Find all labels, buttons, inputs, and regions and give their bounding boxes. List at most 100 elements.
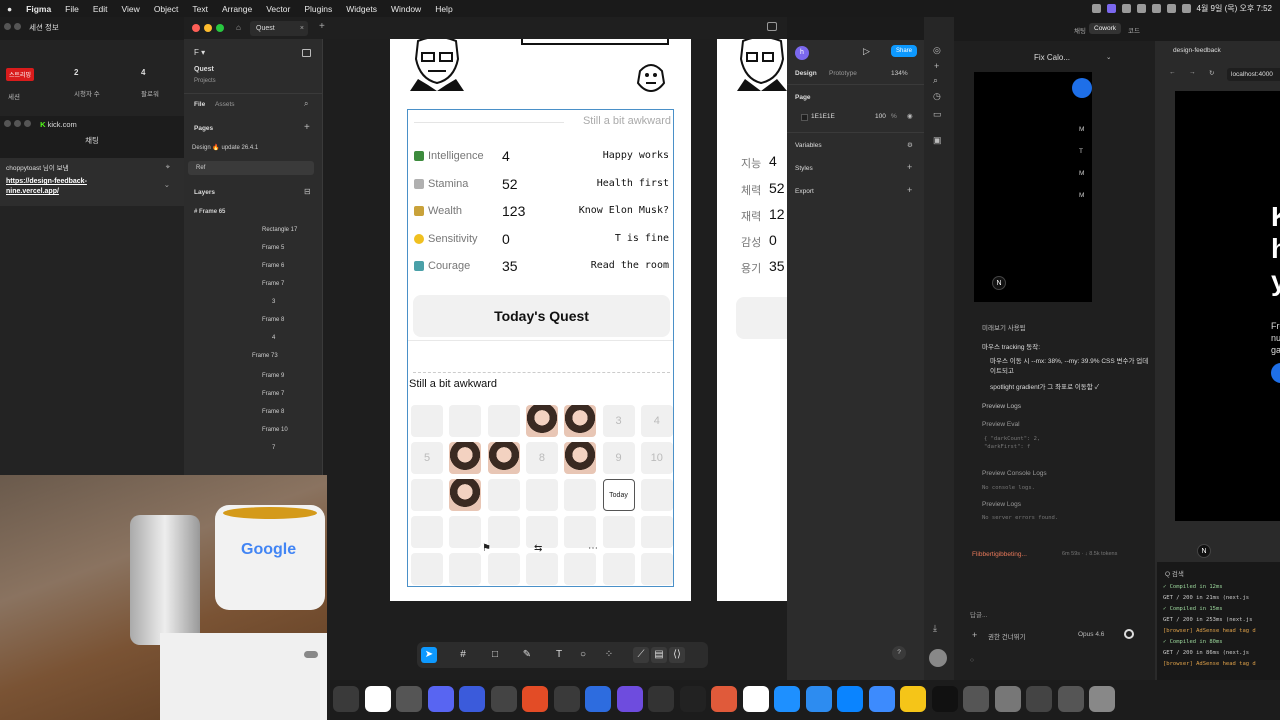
download-icon[interactable]: ⤓	[933, 623, 937, 634]
menu-file[interactable]: File	[58, 4, 86, 14]
tab-assets[interactable]: Assets	[215, 101, 235, 108]
dock-app-icon[interactable]	[333, 686, 359, 712]
model-selector[interactable]: Opus 4.6	[1078, 631, 1104, 638]
menu-help[interactable]: Help	[428, 4, 459, 14]
todays-quest-button[interactable]: Today's Quest	[413, 295, 670, 337]
dock-app-icon[interactable]	[931, 686, 958, 712]
briefcase-icon[interactable]: ▣	[933, 135, 942, 146]
close-icon[interactable]: ×	[300, 21, 304, 36]
styles-header[interactable]: Styles	[795, 165, 813, 172]
avatar[interactable]	[929, 649, 947, 667]
layer-item[interactable]: Frame 5	[184, 241, 322, 255]
calendar-day-cell[interactable]: 8	[525, 442, 558, 474]
calendar-day-cell[interactable]	[564, 553, 597, 585]
layer-item[interactable]: 4	[184, 331, 322, 345]
dock-app-icon[interactable]	[805, 686, 832, 712]
menu-text[interactable]: Text	[185, 4, 215, 14]
calendar-day-cell[interactable]	[449, 553, 482, 585]
calendar-day-cell[interactable]: 4	[640, 405, 673, 437]
chat-mode[interactable]: 채팅	[1074, 25, 1086, 35]
preview-page[interactable]: K h y Free num gain N	[1175, 91, 1280, 558]
dock-app-icon[interactable]	[396, 686, 422, 712]
status-icon[interactable]	[1091, 4, 1101, 13]
calendar-day-cell[interactable]: 3	[602, 405, 635, 437]
design-canvas[interactable]: Still a bit awkward Intelligence 4 Happy…	[323, 39, 787, 680]
nextjs-icon[interactable]: N	[992, 276, 1006, 290]
rectangle-tool-icon[interactable]: □	[487, 647, 503, 663]
swap-icon[interactable]: ⇆	[534, 543, 542, 554]
status-icon[interactable]	[1136, 4, 1146, 13]
new-tab-icon[interactable]: +	[319, 21, 325, 32]
layer-item[interactable]: Rectangle 17	[184, 223, 322, 237]
preview-logs-header[interactable]: Preview Logs	[982, 403, 1021, 410]
calendar-day-cell[interactable]	[487, 479, 520, 511]
tab-prototype[interactable]: Prototype	[829, 70, 857, 77]
clock[interactable]: 4월 9일 (목) 오후 7:52	[1197, 3, 1273, 14]
window-close-button[interactable]	[4, 23, 11, 30]
dock-app-icon[interactable]	[427, 686, 454, 712]
address-bar[interactable]: localhost:4000	[1227, 68, 1280, 81]
add-export-icon[interactable]: +	[907, 185, 912, 195]
calendar-day-cell[interactable]	[487, 553, 520, 585]
home-icon[interactable]: ⌂	[236, 23, 241, 32]
dock-app-icon[interactable]	[711, 686, 737, 712]
calendar-day-cell[interactable]	[411, 479, 443, 511]
window-zoom-button[interactable]	[24, 120, 31, 127]
chat-link[interactable]: https://design-feedback-nine.vercel.app/	[6, 177, 126, 197]
calendar-photo-cell[interactable]	[525, 405, 558, 437]
calendar-today-cell[interactable]: Today	[602, 479, 635, 511]
page-item[interactable]: Ref	[188, 161, 314, 175]
dock-app-icon[interactable]	[963, 686, 989, 712]
search-icon[interactable]: ⌕	[304, 99, 308, 109]
page-color-value[interactable]: 1E1E1E	[811, 113, 835, 120]
section-title[interactable]: 미래보기 사용됨	[982, 322, 1026, 332]
cowork-mode[interactable]: Cowork	[1089, 23, 1122, 34]
eye-icon[interactable]: ◉	[907, 112, 913, 120]
layers-options-icon[interactable]: ⊟	[304, 187, 311, 196]
dock-app-icon[interactable]	[490, 686, 517, 712]
calendar-photo-cell[interactable]	[487, 442, 520, 474]
menu-arrange[interactable]: Arrange	[215, 4, 259, 14]
stop-button[interactable]	[1124, 629, 1134, 639]
cta-button[interactable]	[1271, 363, 1280, 383]
figma-menu-icon[interactable]: F ▾	[194, 48, 205, 57]
code-mode[interactable]: 코드	[1128, 25, 1140, 35]
conversation-title[interactable]: Fix Calo...	[1034, 53, 1070, 62]
calendar-day-cell[interactable]	[449, 516, 482, 548]
menu-vector[interactable]: Vector	[259, 4, 297, 14]
add-style-icon[interactable]: +	[907, 162, 912, 172]
reply-input[interactable]: 답글...	[970, 609, 987, 619]
window-close-button[interactable]	[192, 24, 200, 32]
add-icon[interactable]: +	[972, 630, 977, 640]
layer-item[interactable]: 3	[184, 295, 322, 309]
todays-quest-button[interactable]	[736, 297, 787, 339]
window-minimize-button[interactable]	[204, 24, 212, 32]
calendar-day-cell[interactable]	[487, 405, 520, 437]
dock-app-icon[interactable]	[1026, 686, 1052, 712]
share-button[interactable]: Share	[891, 45, 918, 57]
calendar-photo-cell[interactable]	[564, 442, 597, 474]
control-center-icon[interactable]	[1181, 4, 1191, 13]
quest-frame-ko[interactable]: 지능 4 체력 52 재력 12 감성 0 용기 35	[717, 39, 787, 601]
calendar-day-cell[interactable]	[487, 516, 520, 548]
more-icon[interactable]: ⋯	[588, 543, 598, 554]
variables-settings-icon[interactable]: ⚙	[907, 141, 913, 149]
cta-button[interactable]	[1072, 78, 1092, 98]
dock-app-icon[interactable]	[774, 686, 800, 712]
dock-app-icon[interactable]	[522, 686, 548, 712]
layer-item[interactable]: Frame 7	[184, 387, 322, 401]
dock-app-icon[interactable]	[648, 686, 674, 712]
page-item[interactable]: Design 🔥 update 26.4.1	[184, 141, 322, 155]
sidebar-icon[interactable]: ◎	[933, 45, 941, 56]
dock-app-icon[interactable]	[868, 686, 895, 712]
toggle-switch[interactable]	[304, 651, 318, 658]
stats-card[interactable]: Still a bit awkward Intelligence 4 Happy…	[407, 109, 674, 587]
reload-icon[interactable]: ↻	[1209, 69, 1214, 77]
window-minimize-button[interactable]	[14, 120, 21, 127]
calendar-day-cell[interactable]	[411, 405, 443, 437]
forward-icon[interactable]: →	[1189, 69, 1196, 76]
layer-item[interactable]: Frame 73	[184, 349, 322, 363]
dock-app-icon[interactable]	[742, 686, 769, 712]
flag-icon[interactable]: ⚑	[482, 543, 491, 554]
project-sub[interactable]: Projects	[194, 78, 216, 84]
